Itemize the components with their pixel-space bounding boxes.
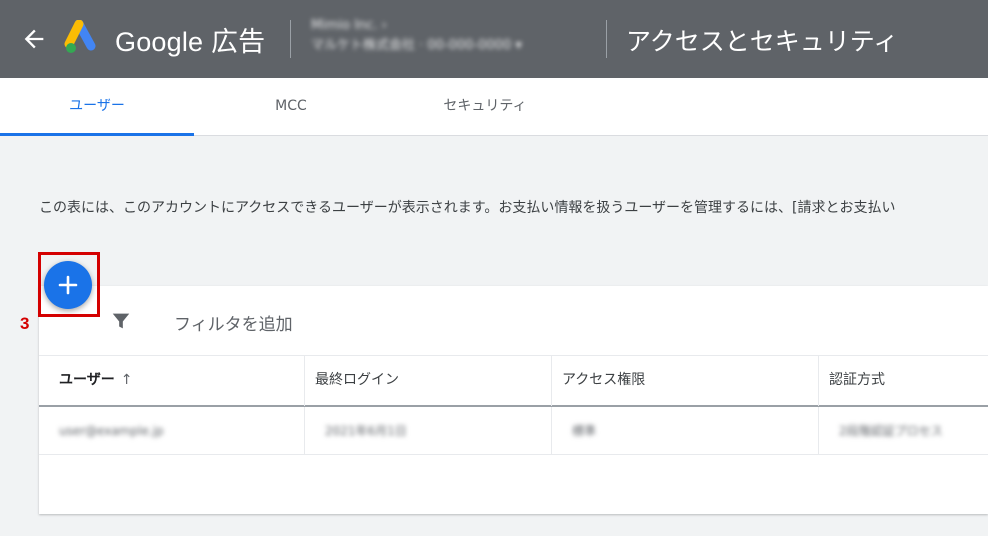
column-header-access-level[interactable]: アクセス権限 bbox=[552, 356, 819, 406]
page-description: この表には、このアカウントにアクセスできるユーザーが表示されます。お支払い情報を… bbox=[39, 200, 896, 216]
column-header-user[interactable]: ユーザー ↑ bbox=[39, 356, 305, 406]
cell-user: user@example.jp bbox=[39, 407, 305, 455]
table-header: ユーザー ↑ 最終ログイン アクセス権限 認証方式 bbox=[39, 355, 988, 407]
tab-bar: ユーザー MCC セキュリティ bbox=[0, 78, 988, 136]
sort-ascending-icon[interactable]: ↑ bbox=[121, 356, 133, 404]
google-ads-logo-icon bbox=[64, 20, 96, 53]
annotation-step-number: 3 bbox=[20, 314, 30, 333]
table-row[interactable]: user@example.jp 2021年6月1日 標準 2段階認証プロセス bbox=[39, 407, 988, 455]
column-header-auth-method[interactable]: 認証方式 bbox=[819, 356, 988, 406]
users-table-card: フィルタを追加 ユーザー ↑ 最終ログイン アクセス権限 認証方式 user@ex… bbox=[39, 286, 988, 514]
add-filter-button[interactable]: フィルタを追加 bbox=[174, 310, 293, 335]
cell-auth-method: 2段階認証プロセス bbox=[839, 424, 943, 438]
cell-access-level: 標準 bbox=[552, 407, 819, 455]
column-header-label: ユーザー bbox=[59, 372, 115, 388]
account-selector[interactable]: Mimio Inc. › マルケト株式会社 · 00-000-0000 ▾ bbox=[311, 16, 591, 62]
column-header-last-login[interactable]: 最終ログイン bbox=[305, 356, 552, 406]
cell-last-login: 2021年6月1日 bbox=[305, 407, 552, 455]
app-title: Google 広告 bbox=[115, 27, 266, 57]
tab-security[interactable]: セキュリティ bbox=[388, 78, 582, 136]
top-app-bar: Google 広告 Mimio Inc. › マルケト株式会社 · 00-000… bbox=[0, 0, 988, 78]
header-divider bbox=[290, 20, 291, 58]
filter-icon[interactable] bbox=[110, 310, 132, 332]
account-id: マルケト株式会社 · 00-000-0000 ▾ bbox=[311, 38, 522, 53]
active-tab-indicator bbox=[0, 133, 194, 136]
header-divider bbox=[606, 20, 607, 58]
tab-users[interactable]: ユーザー bbox=[0, 78, 194, 136]
annotation-highlight-box bbox=[38, 252, 100, 317]
tab-mcc[interactable]: MCC bbox=[194, 78, 388, 136]
back-arrow-icon[interactable] bbox=[20, 25, 48, 53]
page-title: アクセスとセキュリティ bbox=[626, 27, 899, 56]
account-name: Mimio Inc. › bbox=[311, 18, 387, 33]
